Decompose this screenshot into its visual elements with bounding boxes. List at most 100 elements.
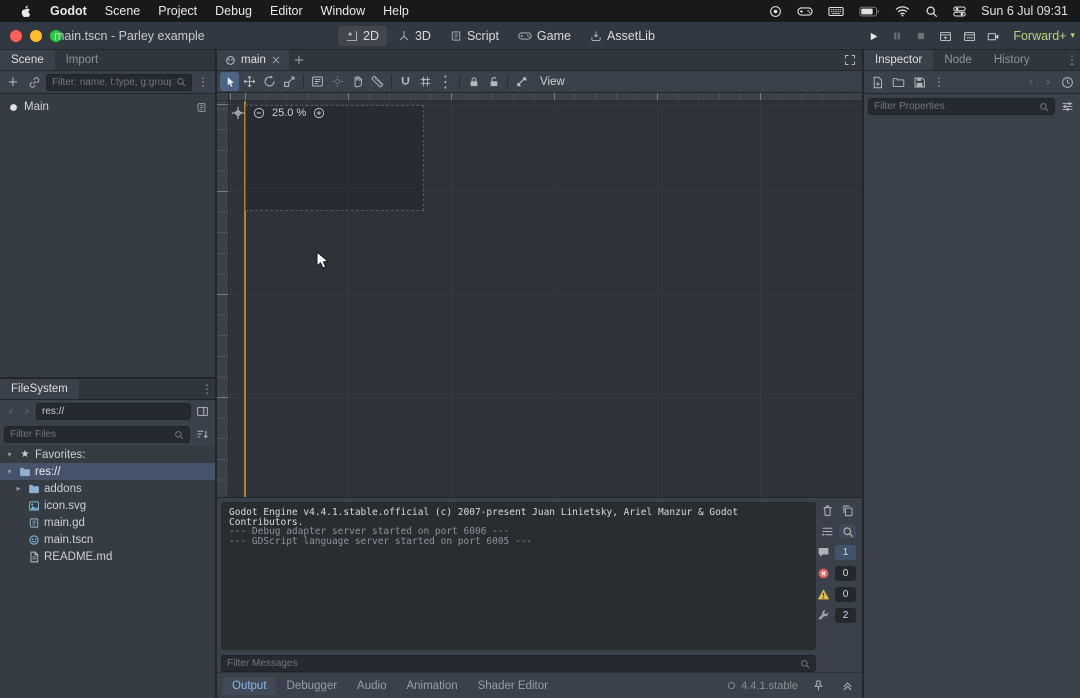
list-select-button[interactable] [308,72,327,91]
tree-item-addons[interactable]: ▸ addons [0,480,215,497]
tree-item-main-gd[interactable]: main.gd [0,514,215,531]
workspace-game-button[interactable]: Game [510,26,579,46]
control-center-icon[interactable] [953,5,966,18]
ruler-tool-button[interactable] [368,72,387,91]
nav-back-button[interactable]: ‹ [4,405,18,418]
edit-history-button[interactable] [1058,73,1076,91]
scene-tree-options-button[interactable]: ⋮ [195,76,211,88]
filesystem-tree[interactable]: ▾ ★ Favorites: ▾ res:// ▸ addons [0,446,215,698]
movie-maker-button[interactable] [983,26,1003,46]
show-search-button[interactable] [839,524,856,539]
property-options-button[interactable] [1058,98,1076,116]
collapse-arrow-icon[interactable]: ▾ [4,451,15,459]
2d-viewport[interactable]: 25.0 % [217,93,862,497]
output-log[interactable]: Godot Engine v4.4.1.stable.official (c) … [221,502,816,650]
current-path-input[interactable] [42,406,185,417]
expand-bottom-panel-button[interactable] [839,678,856,693]
play-button[interactable] [863,26,883,46]
tab-debugger[interactable]: Debugger [278,677,347,695]
pivot-tool-button[interactable] [328,72,347,91]
lock-object-button[interactable] [464,72,483,91]
menubar-clock[interactable]: Sun 6 Jul 09:31 [981,4,1070,18]
new-resource-button[interactable] [868,73,886,91]
favorites-section-row[interactable]: ▾ ★ Favorites: [0,446,215,463]
filesystem-filter-input[interactable] [10,429,170,440]
pin-bottom-panel-button[interactable] [810,678,827,693]
editor-count-badge[interactable]: 2 [835,608,856,623]
warnings-count-badge[interactable]: 0 [835,587,856,602]
add-node-button[interactable]: + [4,73,22,91]
collapse-arrow-icon[interactable]: ▾ [4,468,15,476]
zoom-level-label[interactable]: 25.0 % [272,107,306,119]
play-custom-scene-button[interactable] [959,26,979,46]
save-resource-button[interactable] [910,73,928,91]
tree-item-res-root[interactable]: ▾ res:// [0,463,215,480]
nav-forward-button[interactable]: › [20,405,34,418]
toggle-split-mode-button[interactable] [193,403,211,421]
workspace-3d-button[interactable]: 3D [390,26,439,46]
resource-options-button[interactable]: ⋮ [931,76,947,88]
tab-node[interactable]: Node [933,50,983,70]
tab-shader-editor[interactable]: Shader Editor [469,677,557,695]
menu-project[interactable]: Project [149,0,206,22]
errors-count-badge[interactable]: 0 [835,566,856,581]
messages-count-badge[interactable]: 1 [835,545,856,560]
close-window-button[interactable] [10,30,22,42]
scene-filter-input[interactable] [52,77,172,88]
stop-button[interactable] [911,26,931,46]
message-filter-input[interactable] [227,658,796,669]
errors-filter-icon[interactable] [815,566,832,581]
skeleton-options-button[interactable] [512,72,531,91]
distraction-free-button[interactable] [838,50,862,70]
wifi-icon[interactable] [895,5,910,17]
grid-snap-button[interactable] [416,72,435,91]
attached-script-icon[interactable] [196,102,207,113]
inspector-dock-menu-button[interactable]: ⋮ [1064,50,1080,70]
history-forward-button[interactable]: › [1041,76,1055,89]
horizontal-ruler[interactable] [229,93,862,101]
collapse-duplicates-button[interactable] [819,524,836,539]
play-scene-button[interactable] [935,26,955,46]
version-info[interactable]: 4.4.1.stable [727,680,798,692]
clear-log-button[interactable] [819,503,836,518]
menu-godot[interactable]: Godot [41,0,96,22]
select-tool-button[interactable] [220,72,239,91]
tree-item-icon-svg[interactable]: icon.svg [0,497,215,514]
tree-item-main-tscn[interactable]: main.tscn [0,531,215,548]
zoom-out-button[interactable] [253,107,265,119]
close-icon[interactable]: × [271,54,281,66]
smart-snap-button[interactable] [396,72,415,91]
pan-tool-button[interactable] [348,72,367,91]
menu-help[interactable]: Help [374,0,418,22]
instantiate-scene-button[interactable] [25,73,43,91]
new-scene-tab-button[interactable]: + [289,50,309,70]
zoom-in-button[interactable] [313,107,325,119]
view-menu-button[interactable]: View [532,72,573,91]
tab-animation[interactable]: Animation [397,677,466,695]
vertical-ruler[interactable] [217,101,229,497]
sort-files-button[interactable] [193,426,211,444]
spotlight-search-icon[interactable] [925,5,938,18]
scene-tab-main[interactable]: main × [217,50,289,70]
scale-tool-button[interactable] [280,72,299,91]
editor-filter-icon[interactable] [815,608,832,623]
tab-inspector[interactable]: Inspector [864,50,933,70]
menu-debug[interactable]: Debug [206,0,261,22]
tab-history[interactable]: History [983,50,1041,70]
game-controller-icon[interactable] [797,6,813,17]
unlock-object-button[interactable] [484,72,503,91]
workspace-script-button[interactable]: Script [442,26,507,46]
tab-audio[interactable]: Audio [348,677,395,695]
copy-log-button[interactable] [839,503,856,518]
warnings-filter-icon[interactable] [815,587,832,602]
snap-options-button[interactable]: ⋮ [436,72,455,91]
menu-scene[interactable]: Scene [96,0,149,22]
workspace-2d-button[interactable]: 2D [338,26,387,46]
tab-filesystem[interactable]: FileSystem [0,379,79,399]
tab-output[interactable]: Output [223,677,276,695]
load-resource-button[interactable] [889,73,907,91]
inspector-properties-area[interactable] [864,119,1080,698]
move-tool-button[interactable] [240,72,259,91]
minimize-window-button[interactable] [30,30,42,42]
battery-icon[interactable] [859,6,880,17]
